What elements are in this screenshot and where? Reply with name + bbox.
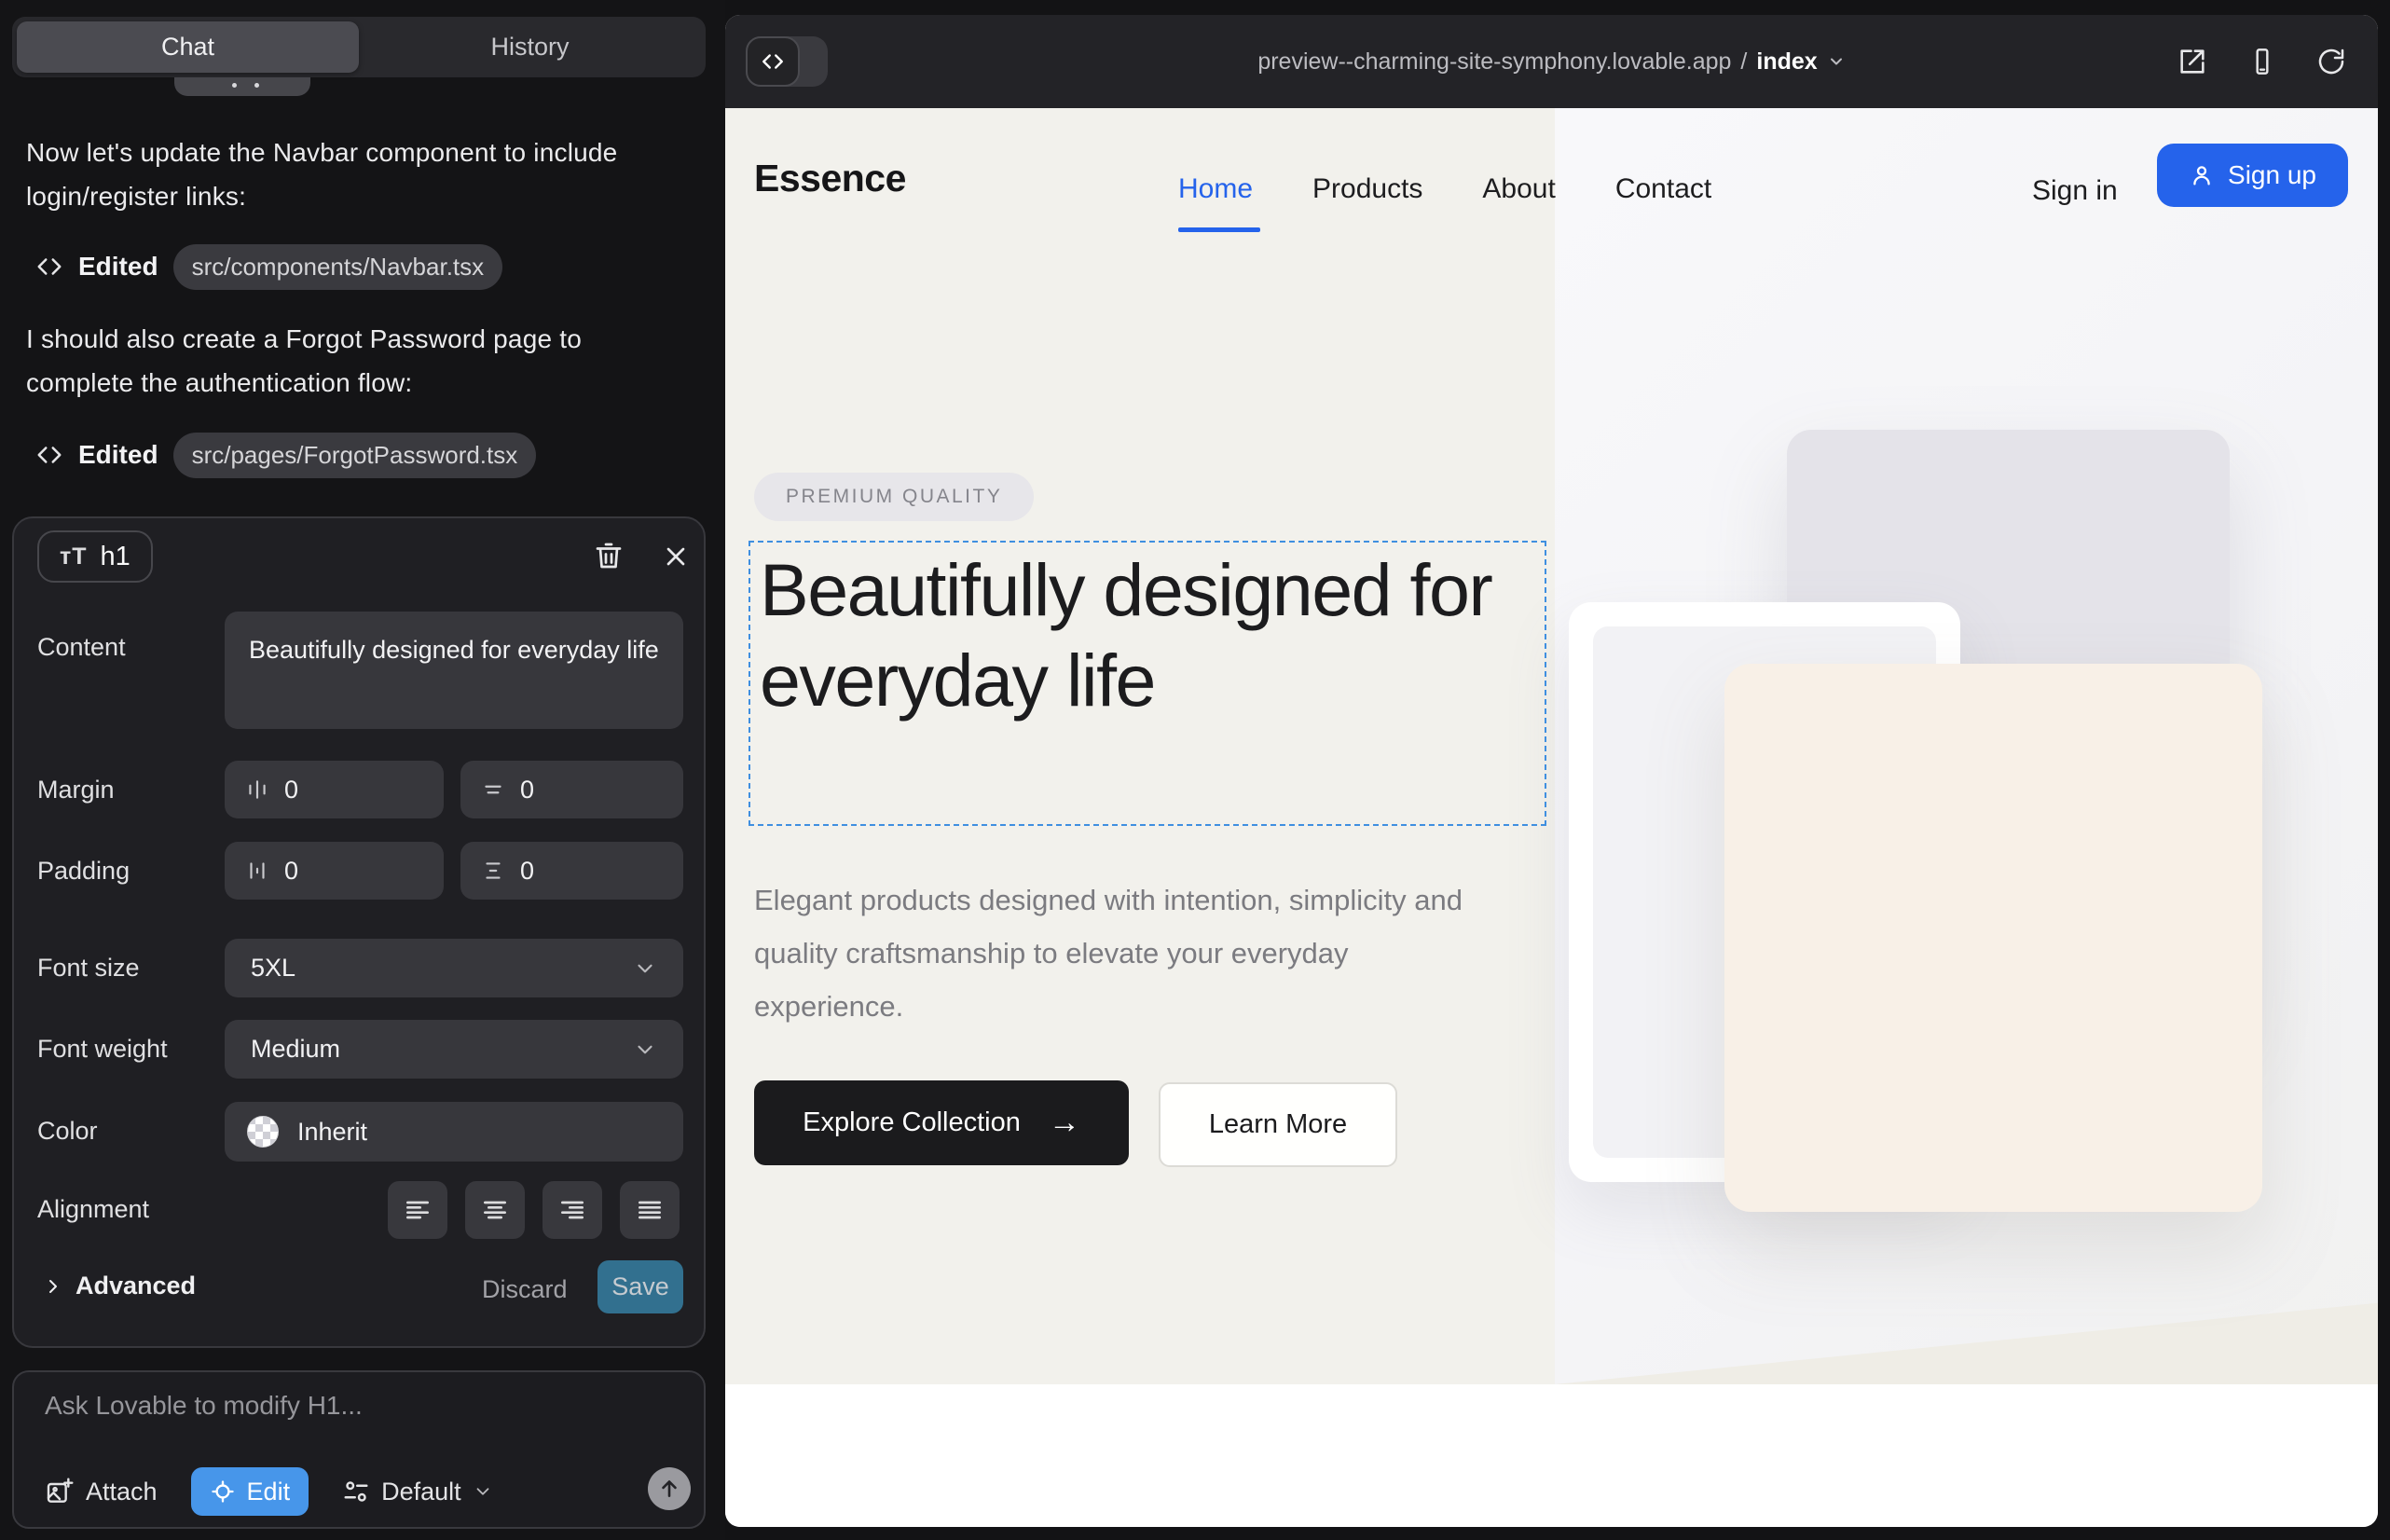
sign-in-link[interactable]: Sign in bbox=[2032, 175, 2118, 207]
margin-y-input[interactable]: 0 bbox=[460, 761, 683, 818]
align-center-icon bbox=[480, 1195, 510, 1225]
alignment-label: Alignment bbox=[37, 1195, 149, 1224]
typography-icon: тT bbox=[60, 543, 88, 571]
chat-message: I should also create a Forgot Password p… bbox=[26, 317, 688, 405]
padding-label: Padding bbox=[37, 857, 130, 886]
tab-history[interactable]: History bbox=[359, 21, 701, 73]
align-right-icon bbox=[557, 1195, 587, 1225]
scrolled-chip-peek bbox=[174, 77, 310, 96]
advanced-toggle[interactable]: Advanced bbox=[42, 1272, 196, 1300]
content-label: Content bbox=[37, 633, 126, 662]
mobile-view-button[interactable] bbox=[2247, 47, 2277, 76]
align-left-icon bbox=[403, 1195, 433, 1225]
margin-vertical-icon bbox=[481, 777, 505, 802]
align-right-button[interactable] bbox=[543, 1181, 602, 1239]
color-swatch-transparent bbox=[247, 1116, 279, 1148]
sliders-icon bbox=[342, 1478, 370, 1506]
refresh-button[interactable] bbox=[2316, 47, 2346, 76]
hero-image-card-front bbox=[1724, 664, 2262, 1212]
attach-image-icon bbox=[45, 1477, 75, 1506]
hero-heading[interactable]: Beautifully designed for everyday life bbox=[760, 544, 1533, 725]
edited-label: Edited bbox=[78, 440, 158, 470]
chevron-right-icon bbox=[42, 1275, 64, 1298]
chat-message: Now let's update the Navbar component to… bbox=[26, 131, 688, 218]
font-weight-select[interactable]: Medium bbox=[225, 1020, 683, 1079]
url-path: index bbox=[1756, 48, 1817, 76]
padding-vertical-icon bbox=[481, 859, 505, 883]
h1-selection-outline[interactable]: Beautifully designed for everyday life bbox=[749, 541, 1546, 826]
align-left-button[interactable] bbox=[388, 1181, 447, 1239]
sign-up-button[interactable]: Sign up bbox=[2157, 144, 2348, 207]
chat-history-tabbar: Chat History bbox=[12, 17, 706, 77]
margin-horizontal-icon bbox=[245, 777, 269, 802]
hero-paragraph: Elegant products designed with intention… bbox=[754, 873, 1500, 1033]
nav-link-products[interactable]: Products bbox=[1312, 173, 1422, 205]
chevron-down-icon bbox=[633, 956, 657, 981]
chevron-down-icon bbox=[473, 1481, 493, 1502]
color-picker-field[interactable]: Inherit bbox=[225, 1102, 683, 1162]
chat-sidebar: Chat History Now let's update the Navbar… bbox=[0, 0, 725, 1540]
font-size-select[interactable]: 5XL bbox=[225, 939, 683, 997]
browser-toolbar: preview--charming-site-symphony.lovable.… bbox=[725, 15, 2378, 108]
send-button[interactable] bbox=[648, 1467, 691, 1510]
align-center-button[interactable] bbox=[465, 1181, 525, 1239]
url-domain: preview--charming-site-symphony.lovable.… bbox=[1257, 48, 1731, 76]
discard-button[interactable]: Discard bbox=[482, 1275, 568, 1304]
align-justify-button[interactable] bbox=[620, 1181, 680, 1239]
font-weight-label: Font weight bbox=[37, 1035, 168, 1064]
font-size-label: Font size bbox=[37, 954, 140, 983]
crosshair-icon bbox=[210, 1478, 236, 1505]
user-icon bbox=[2189, 162, 2215, 188]
edit-mode-button[interactable]: Edit bbox=[191, 1467, 309, 1516]
open-in-new-tab-button[interactable] bbox=[2177, 46, 2208, 77]
chevron-down-icon bbox=[1827, 52, 1846, 71]
color-label: Color bbox=[37, 1117, 98, 1146]
site-nav: Home Products About Contact bbox=[1178, 173, 1711, 205]
padding-y-input[interactable]: 0 bbox=[460, 842, 683, 900]
arrow-right-icon: → bbox=[1049, 1105, 1080, 1141]
edited-file-row[interactable]: Edited src/pages/ForgotPassword.tsx bbox=[35, 429, 536, 481]
align-justify-icon bbox=[635, 1195, 665, 1225]
url-bar[interactable]: preview--charming-site-symphony.lovable.… bbox=[725, 48, 2378, 76]
save-button[interactable]: Save bbox=[598, 1260, 683, 1313]
element-editor-panel: тT h1 Content Beautifully designed for e… bbox=[12, 516, 706, 1348]
composer-placeholder[interactable]: Ask Lovable to modify H1... bbox=[45, 1391, 363, 1421]
site-preview: Essence Home Products About Contact Sign… bbox=[725, 108, 2378, 1527]
explore-collection-button[interactable]: Explore Collection → bbox=[754, 1080, 1129, 1165]
code-view-toggle[interactable] bbox=[746, 36, 828, 87]
preview-browser: preview--charming-site-symphony.lovable.… bbox=[725, 15, 2378, 1527]
close-editor-button[interactable] bbox=[661, 542, 691, 571]
edited-file-chip[interactable]: src/pages/ForgotPassword.tsx bbox=[173, 433, 537, 478]
default-mode-dropdown[interactable]: Default bbox=[342, 1478, 493, 1506]
content-input[interactable]: Beautifully designed for everyday life bbox=[225, 612, 683, 729]
margin-x-input[interactable]: 0 bbox=[225, 761, 444, 818]
margin-label: Margin bbox=[37, 776, 115, 804]
element-tag-label: h1 bbox=[101, 542, 130, 572]
edited-file-row[interactable]: Edited src/components/Navbar.tsx bbox=[35, 241, 502, 293]
nav-link-contact[interactable]: Contact bbox=[1615, 173, 1711, 205]
chevron-down-icon bbox=[633, 1038, 657, 1062]
premium-quality-badge: PREMIUM QUALITY bbox=[754, 473, 1034, 521]
padding-horizontal-icon bbox=[245, 859, 269, 883]
learn-more-button[interactable]: Learn More bbox=[1159, 1082, 1397, 1167]
padding-x-input[interactable]: 0 bbox=[225, 842, 444, 900]
code-icon bbox=[35, 253, 63, 281]
edited-file-chip[interactable]: src/components/Navbar.tsx bbox=[173, 244, 503, 290]
code-icon bbox=[35, 441, 63, 469]
tab-chat[interactable]: Chat bbox=[17, 21, 359, 73]
edited-label: Edited bbox=[78, 252, 158, 282]
nav-link-about[interactable]: About bbox=[1482, 173, 1555, 205]
nav-active-underline bbox=[1178, 227, 1260, 232]
arrow-up-icon bbox=[657, 1477, 681, 1501]
site-logo[interactable]: Essence bbox=[754, 157, 906, 200]
selected-element-pill[interactable]: тT h1 bbox=[37, 530, 153, 583]
delete-element-button[interactable] bbox=[592, 539, 625, 572]
chat-composer[interactable]: Ask Lovable to modify H1... Attach Edit … bbox=[12, 1370, 706, 1529]
nav-link-home[interactable]: Home bbox=[1178, 173, 1253, 205]
attach-button[interactable]: Attach bbox=[45, 1477, 158, 1506]
code-icon bbox=[746, 36, 800, 87]
